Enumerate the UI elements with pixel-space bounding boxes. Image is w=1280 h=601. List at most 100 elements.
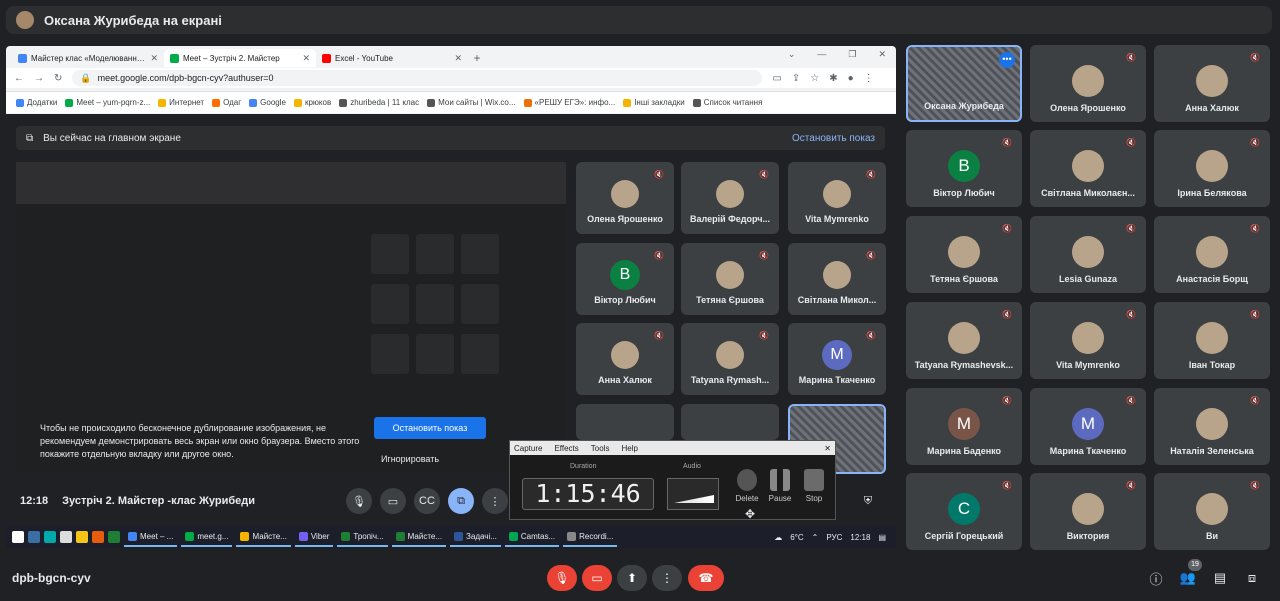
bookmark-item[interactable]: Список читання xyxy=(692,98,762,107)
share-icon[interactable]: ⇪ xyxy=(792,73,800,84)
participant-tile[interactable]: 🔇 Анна Халюк xyxy=(1154,45,1270,122)
participant-tile[interactable]: 🔇 Tatyana Rymashevsk... xyxy=(906,302,1022,379)
participant-tile[interactable]: 🔇 Vita Mymrenko xyxy=(1030,302,1146,379)
taskbar-icon[interactable] xyxy=(92,531,104,543)
restore-icon[interactable]: ❐ xyxy=(848,49,856,60)
taskbar-clock: 12:18 xyxy=(850,532,871,542)
bookmark-item[interactable]: Мои сайты | Wix.co... xyxy=(427,98,516,107)
browser-tab[interactable]: Meet – Зустріч 2. Майстер ✕ xyxy=(164,49,316,67)
present-button[interactable]: ⬆ xyxy=(617,565,647,591)
more-options-button[interactable]: ⋮ xyxy=(652,565,682,591)
taskbar-app[interactable]: Camtas... xyxy=(504,527,560,547)
bookmark-item[interactable]: zhuribeda | 11 клас xyxy=(339,98,419,107)
participant-tile[interactable]: 🔇 Наталія Зеленська xyxy=(1154,388,1270,465)
stop-presenting-link[interactable]: Остановить показ xyxy=(792,133,875,144)
participant-tile[interactable]: 🔇 В Віктор Любич xyxy=(906,130,1022,207)
ignore-button[interactable]: Игнорировать xyxy=(374,450,446,468)
inner-participant-tile: 🔇 Світлана Микол... xyxy=(788,243,886,315)
participant-tile[interactable]: 🔇 Світлана Миколаєн... xyxy=(1030,130,1146,207)
windows-start-icon[interactable] xyxy=(12,531,24,543)
folder-icon[interactable] xyxy=(76,531,88,543)
chevron-down-icon[interactable]: ⌄ xyxy=(788,49,796,60)
stop-button[interactable]: Stop xyxy=(801,469,827,503)
mic-off-icon: 🔇 xyxy=(1250,481,1260,490)
system-tray: ☁ 6°C ⌃ РУС 12:18 ▤ xyxy=(774,533,896,542)
taskbar-icon[interactable] xyxy=(60,531,72,543)
bookmark-item[interactable]: Інші закладки xyxy=(623,98,685,107)
recorder-menu-item[interactable]: Tools xyxy=(591,444,610,453)
leave-call-button[interactable]: ☎ xyxy=(688,565,724,591)
recorder-menu-item[interactable]: Effects xyxy=(554,444,578,453)
close-icon[interactable]: ✕ xyxy=(302,53,310,64)
close-icon[interactable]: ✕ xyxy=(824,444,831,453)
bookmark-item[interactable]: Meet – yum-pqrn-z... xyxy=(65,98,150,107)
taskbar-icon[interactable] xyxy=(108,531,120,543)
address-bar[interactable]: 🔒 meet.google.com/dpb-bgcn-cyv?authuser=… xyxy=(72,70,763,86)
recorder-menu-item[interactable]: Help xyxy=(621,444,637,453)
browser-tab[interactable]: Excel - YouTube ✕ xyxy=(316,49,468,67)
forward-icon[interactable]: → xyxy=(34,73,44,84)
taskbar-app[interactable]: Майсте... xyxy=(236,527,291,547)
keyboard-lang[interactable]: РУС xyxy=(826,533,842,542)
close-icon[interactable]: ✕ xyxy=(454,53,462,64)
bookmark-item[interactable]: Интернет xyxy=(158,98,204,107)
recorder-menu-item[interactable]: Capture xyxy=(514,444,542,453)
close-icon[interactable]: ✕ xyxy=(150,53,158,64)
avatar-photo xyxy=(1072,65,1104,97)
activities-button[interactable]: ⧈ xyxy=(1242,568,1262,588)
avatar-letter: М xyxy=(1072,408,1104,440)
taskbar-app[interactable]: meet.g... xyxy=(181,527,233,547)
participant-tile[interactable]: 🔇 Виктория xyxy=(1030,473,1146,550)
duration-display: 1:15:46 xyxy=(522,478,654,510)
participant-tile[interactable]: 🔇 Ви xyxy=(1154,473,1270,550)
participant-tile[interactable]: 🔇 М Марина Ткаченко xyxy=(1030,388,1146,465)
reload-icon[interactable]: ↻ xyxy=(54,73,62,84)
taskbar-app[interactable]: Майсте... xyxy=(391,527,447,547)
participant-tile[interactable]: 🔇 Олена Ярошенко xyxy=(1030,45,1146,122)
delete-button[interactable]: Delete xyxy=(734,469,760,503)
app-icon xyxy=(298,531,308,541)
taskbar-app[interactable]: Задачі... xyxy=(450,527,501,547)
participant-tile[interactable]: 🔇 Lesia Gunaza xyxy=(1030,216,1146,293)
pause-button[interactable]: Pause xyxy=(767,469,793,503)
back-icon[interactable]: ← xyxy=(14,73,24,84)
taskbar-icon[interactable] xyxy=(28,531,40,543)
mic-off-icon: 🔇 xyxy=(1126,224,1136,233)
star-icon[interactable]: ☆ xyxy=(810,73,819,84)
close-icon[interactable]: ✕ xyxy=(878,49,886,60)
more-options-icon[interactable]: ••• xyxy=(999,52,1015,68)
meeting-details-button[interactable]: ⓘ xyxy=(1146,568,1166,588)
edge-icon[interactable] xyxy=(44,531,56,543)
mirror-warning-text: Чтобы не происходило бесконечное дублиро… xyxy=(40,423,360,459)
self-tile[interactable]: ••• Оксана Журибеда xyxy=(906,45,1022,122)
taskbar-app[interactable]: Тропіч... xyxy=(337,527,388,547)
participant-tile[interactable]: 🔇 Іван Токар xyxy=(1154,302,1270,379)
tray-chevron-icon[interactable]: ⌃ xyxy=(812,533,819,542)
profile-icon[interactable]: ● xyxy=(848,73,854,84)
chat-button[interactable]: ▤ xyxy=(1210,568,1230,588)
minimize-icon[interactable]: — xyxy=(817,49,826,60)
participant-tile[interactable]: 🔇 Ірина Белякова xyxy=(1154,130,1270,207)
camera-icon[interactable]: ▭ xyxy=(772,73,781,84)
camera-off-button[interactable]: ▭ xyxy=(582,565,612,591)
participant-tile[interactable]: 🔇 С Сергій Горецький xyxy=(906,473,1022,550)
taskbar-app[interactable]: Meet – ... xyxy=(124,527,178,547)
taskbar-app[interactable]: Recordi... xyxy=(563,527,618,547)
bookmark-item[interactable]: «РЕШУ ЕГЭ»: инфо... xyxy=(523,98,615,107)
bookmark-item[interactable]: Google xyxy=(249,98,286,107)
bookmark-item[interactable]: Додатки xyxy=(16,98,57,107)
participant-tile[interactable]: 🔇 Анастасія Борщ xyxy=(1154,216,1270,293)
browser-tab[interactable]: Майстер клас «Моделювання » ✕ xyxy=(12,49,164,67)
menu-icon[interactable]: ⋮ xyxy=(864,73,874,84)
new-tab-icon[interactable]: + xyxy=(468,49,486,67)
taskbar-app[interactable]: Viber xyxy=(294,527,334,547)
participant-tile[interactable]: 🔇 Тетяна Єршова xyxy=(906,216,1022,293)
participant-tile[interactable]: 🔇 М Марина Баденко xyxy=(906,388,1022,465)
bookmark-item[interactable]: крюков xyxy=(293,98,331,107)
mic-off-button[interactable]: 🎙 xyxy=(547,565,577,591)
bookmark-item[interactable]: Одаг xyxy=(212,98,241,107)
stop-sharing-button[interactable]: Остановить показ xyxy=(374,417,486,439)
extensions-icon[interactable]: ✱ xyxy=(829,73,837,84)
people-button[interactable]: 👥 xyxy=(1178,568,1198,588)
notifications-icon[interactable]: ▤ xyxy=(878,533,886,542)
